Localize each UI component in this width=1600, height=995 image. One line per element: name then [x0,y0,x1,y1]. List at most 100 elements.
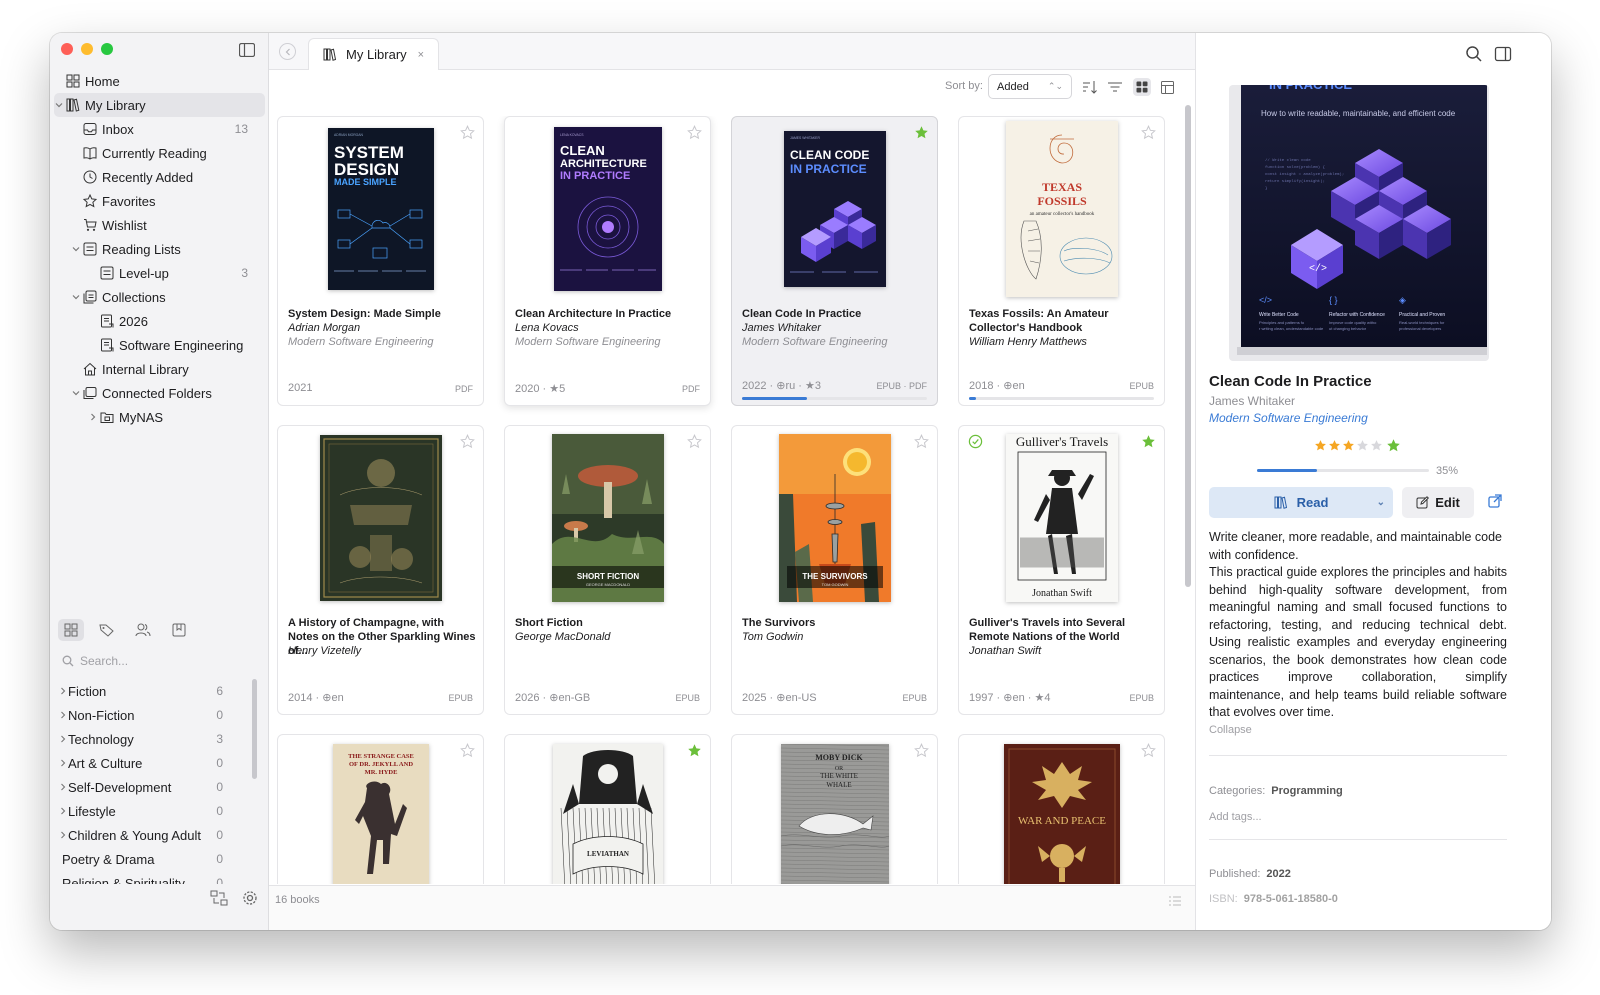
table-view-icon[interactable] [1158,78,1176,96]
category-item[interactable]: Religion & Spirituality 0 [50,871,269,885]
sidebar-item-reading-lists[interactable]: Reading Lists [50,237,269,261]
favorite-star-icon[interactable] [460,434,475,449]
book-cover[interactable]: TEXASFOSSILS an amateur collector's handb… [1005,121,1118,297]
favorite-star-icon[interactable] [1141,125,1156,140]
category-item[interactable]: Technology 3 [50,727,269,751]
tab-my-library[interactable]: My Library × [308,38,439,70]
back-button[interactable] [279,43,296,60]
book-card[interactable]: ADRIAN MORGAN SYSTEM DESIGN MADE SIMPLE Syst… [277,116,484,406]
rating-star-empty-icon[interactable] [1356,439,1369,452]
category-item[interactable]: Self-Development 0 [50,775,269,799]
settings-gear-icon[interactable] [242,890,258,906]
favorite-star-icon[interactable] [1141,743,1156,758]
book-card[interactable]: A History of Champagne, with Notes on th… [277,425,484,715]
book-cover[interactable]: SHORT FICTIONGEORGE MACDONALD [551,434,664,602]
chevron-right-icon[interactable] [59,687,67,695]
book-cover[interactable]: WAR AND PEACE [1003,744,1120,884]
open-external-icon[interactable] [1488,494,1502,508]
chevron-right-icon[interactable] [59,831,67,839]
sidebar-item-favorites[interactable]: Favorites [50,189,269,213]
category-item[interactable]: Lifestyle 0 [50,799,269,823]
book-cover[interactable]: JAMES WHITAKER CLEAN CODEIN PRACTICE [783,131,886,287]
sort-select[interactable]: Added ⌃⌄ [988,74,1072,99]
book-card[interactable]: WAR AND PEACE [958,734,1165,884]
rating-star-filled-icon[interactable] [1342,439,1355,452]
rating-stars[interactable] [1314,439,1383,452]
sort-direction-icon[interactable] [1081,78,1099,96]
sidebar-item-connected-folders[interactable]: Connected Folders [50,381,269,405]
sidebar-item-mynas[interactable]: MyNAS [50,405,269,429]
book-cover[interactable]: ADRIAN MORGANSYSTEMDESIGNMADE SIMPLE [327,128,434,290]
book-cover[interactable]: MOBY DICKORTHE WHITEWHALE [780,744,889,884]
book-card[interactable]: MOBY DICK OR THE WHITE WHALE [731,734,938,884]
sidebar-item-recently-added[interactable]: Recently Added [50,165,269,189]
book-card[interactable]: THE STRANGE CASE OF DR. JEKYLL AND MR. HYD… [277,734,484,884]
book-card[interactable]: LEVIATHAN [504,734,711,884]
book-card[interactable]: JAMES WHITAKER CLEAN CODE IN PRACTICE Clean… [731,116,938,406]
chevron-down-icon[interactable] [71,388,81,398]
grid-scrollbar[interactable] [1185,105,1191,587]
chevron-right-icon[interactable] [88,412,98,422]
sidebar-item-2026[interactable]: 2026 [50,309,269,333]
category-item[interactable]: Art & Culture 0 [50,751,269,775]
favorite-star-icon[interactable] [460,125,475,140]
chevron-down-icon[interactable] [71,244,81,254]
chevron-right-icon[interactable] [59,783,67,791]
sidebar-item-currently-reading[interactable]: Currently Reading [50,141,269,165]
favorite-star-icon[interactable] [914,434,929,449]
favorite-star-filled-icon[interactable] [687,743,702,758]
book-cover[interactable]: THE SURVIVORSTOM GODWIN [778,434,891,602]
book-card[interactable]: TEXAS FOSSILS an amateur collector's handb… [958,116,1165,406]
sidebar-item-collections[interactable]: Collections [50,285,269,309]
chevron-right-icon[interactable] [59,735,67,743]
category-item[interactable]: Non-Fiction 0 [50,703,269,727]
chevron-right-icon[interactable] [59,807,67,815]
sidebar-item-inbox[interactable]: Inbox 13 [50,117,269,141]
book-card[interactable]: Gulliver's Travels Jonathan Swift Gulliver… [958,425,1165,715]
book-card[interactable]: SHORT FICTION GEORGE MACDONALD Short Ficti… [504,425,711,715]
sidebar-item-software-engineering[interactable]: Software Engineering [50,333,269,357]
chevron-down-icon[interactable] [54,100,64,110]
list-toggle-icon[interactable] [1169,896,1181,906]
book-cover[interactable]: LEVIATHAN [552,744,663,884]
categories-tab-icon[interactable] [58,619,84,641]
favorite-star-icon[interactable] [914,743,929,758]
sidebar-item-home[interactable]: Home [50,69,269,93]
chevron-right-icon[interactable] [59,759,67,767]
favorite-star-filled-icon[interactable] [1141,434,1156,449]
chevron-right-icon[interactable] [59,711,67,719]
sidebar-scrollbar[interactable] [252,679,257,779]
grid-view-icon[interactable] [1133,78,1151,96]
rating-star-empty-icon[interactable] [1370,439,1383,452]
add-tags-input[interactable]: Add tags... [1209,811,1262,823]
sidebar-toggle-icon[interactable] [239,43,255,57]
tags-tab-icon[interactable] [94,619,120,641]
category-item[interactable]: Fiction 6 [50,679,269,703]
favorite-star-filled-icon[interactable] [914,125,929,140]
categories-value[interactable]: Programming [1271,785,1343,797]
close-tab-icon[interactable]: × [418,49,424,61]
edit-button[interactable]: Edit [1402,487,1474,518]
favorite-star-icon[interactable] [687,434,702,449]
inspector-toggle-icon[interactable] [1494,45,1512,63]
read-button[interactable]: Read ⌄ [1209,487,1393,518]
zoom-window-button[interactable] [101,43,113,55]
book-cover[interactable]: THE STRANGE CASEOF DR. JEKYLL ANDMR. HYD… [332,744,429,884]
authors-tab-icon[interactable] [130,619,156,641]
detail-author[interactable]: James Whitaker [1209,394,1295,408]
collapse-link[interactable]: Collapse [1209,724,1252,736]
minimize-window-button[interactable] [81,43,93,55]
chevron-down-icon[interactable] [71,292,81,302]
book-card[interactable]: THE SURVIVORS TOM GODWIN The Survivors Tom … [731,425,938,715]
favorite-star-icon[interactable] [687,125,702,140]
filter-icon[interactable] [1106,78,1124,96]
close-window-button[interactable] [61,43,73,55]
sidebar-item-level-up[interactable]: Level-up 3 [50,261,269,285]
rating-star-filled-icon[interactable] [1328,439,1341,452]
read-dropdown-chevron-icon[interactable]: ⌄ [1377,497,1385,508]
favorite-star-icon[interactable] [460,743,475,758]
category-item[interactable]: Poetry & Drama 0 [50,847,269,871]
finished-check-icon[interactable] [968,434,983,449]
book-cover[interactable]: LENA KOVACS CLEANARCHITECTUREIN PRACTICE [553,127,662,291]
sync-icon[interactable] [210,890,228,906]
